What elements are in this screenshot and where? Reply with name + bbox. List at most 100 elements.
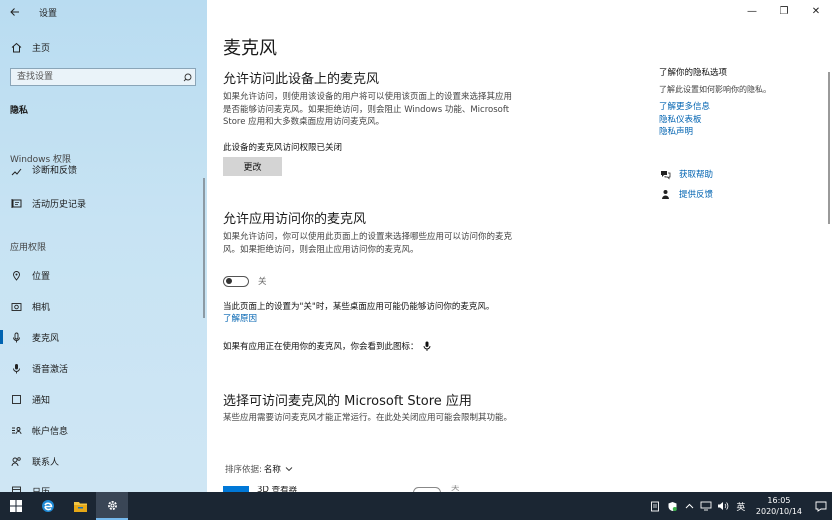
app-access-toggle-row: 关 xyxy=(223,275,267,287)
back-button[interactable] xyxy=(6,3,24,21)
feedback-icon xyxy=(659,188,671,200)
change-button[interactable]: 更改 xyxy=(223,157,282,176)
notification-icon xyxy=(9,392,23,406)
minimize-button[interactable]: — xyxy=(736,0,768,22)
sidebar-scrollbar[interactable] xyxy=(203,178,205,318)
app-title: 设置 xyxy=(39,9,58,19)
notifications-label: 通知 xyxy=(32,395,51,406)
system-tray: 英 16:05 2020/10/14 xyxy=(647,492,832,520)
app-access-toggle-label: 关 xyxy=(258,277,267,287)
sidebar-item-location[interactable]: 位置 xyxy=(0,266,207,284)
security-tray-icon[interactable] xyxy=(666,492,679,520)
icon-note-text: 如果有应用正在使用你的麦克风，你会看到此图标： xyxy=(223,342,419,352)
app-toggle-label: 关 xyxy=(451,485,460,492)
microphone-label: 麦克风 xyxy=(32,333,60,344)
sidebar-item-notifications[interactable]: 通知 xyxy=(0,390,207,408)
contacts-icon xyxy=(9,454,23,468)
privacy-options-title: 了解你的隐私选项 xyxy=(659,68,728,78)
device-access-description: 如果允许访问，则使用该设备的用户将可以使用该页面上的设置来选择其应用是否能够访问… xyxy=(223,92,513,127)
category-heading: 隐私 xyxy=(10,106,29,116)
window-controls: — ❐ ✕ xyxy=(736,0,832,22)
sort-dropdown[interactable]: 排序依据: 名称 xyxy=(225,463,293,475)
taskbar: 英 16:05 2020/10/14 xyxy=(0,492,832,520)
app-access-toggle[interactable] xyxy=(223,275,249,287)
mic-in-use-icon xyxy=(423,341,431,351)
privacy-options-subtitle: 了解此设置如何影响你的隐私。 xyxy=(659,85,771,94)
sidebar-item-voice-activation[interactable]: 语音激活 xyxy=(0,359,207,377)
location-icon xyxy=(9,268,23,282)
location-label: 位置 xyxy=(32,271,51,282)
action-center-button[interactable] xyxy=(810,501,832,512)
chevron-up-icon[interactable] xyxy=(683,492,696,520)
start-button[interactable] xyxy=(0,492,32,520)
calendar-label: 日历 xyxy=(32,485,50,492)
page-title: 麦克风 xyxy=(223,38,277,59)
search-icon[interactable] xyxy=(179,73,195,82)
search-box[interactable] xyxy=(10,68,196,86)
notification-center-icon xyxy=(815,501,827,512)
home-icon xyxy=(9,40,23,54)
chevron-down-icon xyxy=(285,466,293,472)
close-button[interactable]: ✕ xyxy=(800,0,832,22)
taskbar-explorer-button[interactable] xyxy=(64,492,96,520)
microphone-icon xyxy=(9,330,23,344)
store-apps-description: 某些应用需要访问麦克风才能正常运行。在此处关闭应用可能会限制其功能。 xyxy=(223,413,513,423)
help-chat-icon xyxy=(659,168,671,180)
learn-more-link[interactable]: 了解更多信息 xyxy=(659,101,819,114)
app-access-description: 如果允许访问，你可以使用此页面上的设置来选择哪些应用可以访问你的麦克风。如果拒绝… xyxy=(223,232,513,255)
maximize-button[interactable]: ❐ xyxy=(768,0,800,22)
windows-logo-icon xyxy=(10,500,22,512)
sidebar-item-activity-history[interactable]: 活动历史记录 xyxy=(0,194,207,212)
sidebar-item-calendar[interactable]: 日历 xyxy=(0,483,207,492)
privacy-options-panel: 了解你的隐私选项 了解此设置如何影响你的隐私。 了解更多信息 隐私仪表板 隐私声… xyxy=(659,66,819,139)
feedback-link[interactable]: 提供反馈 xyxy=(679,188,713,200)
voice-activation-icon xyxy=(9,361,23,375)
volume-icon[interactable] xyxy=(717,492,730,520)
clock[interactable]: 16:05 2020/10/14 xyxy=(756,495,802,517)
privacy-links: 了解更多信息 隐私仪表板 隐私声明 xyxy=(659,101,819,139)
sidebar-item-contacts[interactable]: 联系人 xyxy=(0,452,207,470)
sort-label: 排序依据: xyxy=(225,465,262,475)
back-arrow-icon xyxy=(10,8,19,16)
search-input[interactable] xyxy=(11,68,179,86)
activity-history-icon xyxy=(9,196,23,210)
gear-icon xyxy=(107,500,117,510)
privacy-dashboard-link[interactable]: 隐私仪表板 xyxy=(659,114,819,127)
edge-browser-icon xyxy=(42,500,54,512)
device-access-status: 此设备的麦克风访问权限已关闭 xyxy=(223,143,343,153)
camera-label: 相机 xyxy=(32,302,51,313)
desktop-app-note: 当此页面上的设置为"关"时，某些桌面应用可能仍能够访问你的麦克风。 xyxy=(223,302,495,312)
sidebar-item-microphone[interactable]: 麦克风 xyxy=(0,328,207,346)
feedback-row[interactable]: 提供反馈 xyxy=(659,188,713,200)
people-tray-icon[interactable] xyxy=(649,492,662,520)
settings-sidebar: 设置 主页 隐私 Windows 权限 诊断和反馈 活动历史记录 应用权限 位置 xyxy=(0,0,207,492)
icon-note-row: 如果有应用正在使用你的麦克风，你会看到此图标： xyxy=(223,340,431,352)
network-icon[interactable] xyxy=(700,492,713,520)
device-access-heading: 允许访问此设备上的麦克风 xyxy=(223,72,380,87)
content-scrollbar[interactable] xyxy=(828,72,830,224)
ime-indicator[interactable]: 英 xyxy=(734,492,748,520)
store-apps-heading: 选择可访问麦克风的 Microsoft Store 应用 xyxy=(223,394,472,409)
privacy-statement-link[interactable]: 隐私声明 xyxy=(659,126,819,139)
taskbar-edge-button[interactable] xyxy=(32,492,64,520)
sidebar-item-camera[interactable]: 相机 xyxy=(0,297,207,315)
diagnostics-label: 诊断和反馈 xyxy=(32,165,78,176)
clock-time: 16:05 xyxy=(767,496,791,505)
title-bar: 设置 xyxy=(0,0,207,24)
clock-date: 2020/10/14 xyxy=(755,507,802,516)
diagnostics-icon xyxy=(9,164,23,178)
camera-icon xyxy=(9,299,23,313)
home-label: 主页 xyxy=(32,43,51,54)
get-help-link[interactable]: 获取帮助 xyxy=(679,168,713,180)
calendar-icon xyxy=(9,483,23,492)
learn-why-link[interactable]: 了解原因 xyxy=(223,312,257,324)
voice-activation-label: 语音激活 xyxy=(32,364,69,375)
sidebar-item-home[interactable]: 主页 xyxy=(0,38,207,56)
account-info-icon xyxy=(9,423,23,437)
sidebar-item-account-info[interactable]: 帐户信息 xyxy=(0,421,207,439)
sidebar-item-diagnostics[interactable]: 诊断和反馈 xyxy=(0,164,207,178)
taskbar-settings-button[interactable] xyxy=(96,492,128,520)
content-pane: — ❐ ✕ 麦克风 允许访问此设备上的麦克风 如果允许访问，则使用该设备的用户将… xyxy=(207,0,832,496)
get-help-row[interactable]: 获取帮助 xyxy=(659,168,713,180)
file-explorer-icon xyxy=(73,501,87,512)
